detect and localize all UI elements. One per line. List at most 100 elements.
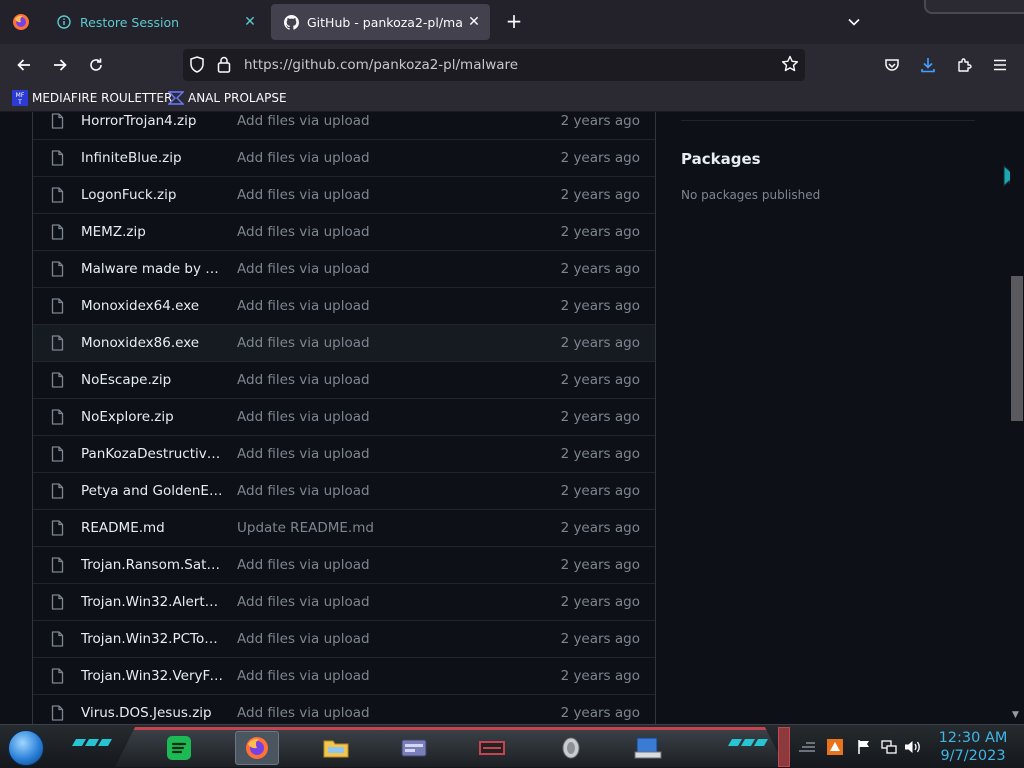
file-row[interactable]: NoExplore.zip Add files via upload 2 years… xyxy=(33,398,655,435)
commit-message-link[interactable]: Add files via upload xyxy=(237,668,370,684)
commit-message-link[interactable]: Add files via upload xyxy=(237,594,370,610)
commit-message-link[interactable]: Update README.md xyxy=(237,520,374,536)
spotify-icon[interactable] xyxy=(157,731,201,765)
file-icon xyxy=(51,520,64,540)
taskbar-resize-handle[interactable] xyxy=(778,727,790,767)
file-name-link[interactable]: Petya and GoldenEye... xyxy=(81,483,226,499)
network-icon[interactable] xyxy=(880,739,898,755)
github-page: HorrorTrojan4.zip Add files via upload 2 y… xyxy=(0,112,1010,724)
speaker-app-icon[interactable] xyxy=(548,731,592,765)
file-row[interactable]: HorrorTrojan4.zip Add files via upload 2 y… xyxy=(33,112,655,139)
commit-message-link[interactable]: Add files via upload xyxy=(237,261,370,277)
downloads-icon[interactable] xyxy=(914,51,942,79)
reload-button[interactable] xyxy=(82,51,110,79)
tracking-protection-icon[interactable] xyxy=(189,56,205,77)
keyboard-app-icon[interactable] xyxy=(626,731,670,765)
file-icon xyxy=(51,446,64,466)
tab-bar: Restore Session ✕ GitHub - pankoza2-pl/m… xyxy=(0,0,1024,44)
file-row[interactable]: Trojan.Win32.PCToas... Add files via uplo… xyxy=(33,620,655,657)
file-name-link[interactable]: Trojan.Ransom.Satan... xyxy=(81,557,226,573)
commit-message-link[interactable]: Add files via upload xyxy=(237,298,370,314)
hamburger-menu-icon[interactable] xyxy=(986,51,1014,79)
file-name-link[interactable]: InfiniteBlue.zip xyxy=(81,150,226,166)
file-name-link[interactable]: NoExplore.zip xyxy=(81,409,226,425)
scroll-down-arrow-icon[interactable]: ▼ xyxy=(1012,710,1019,720)
lock-icon[interactable] xyxy=(217,56,231,77)
firefox-icon[interactable] xyxy=(235,731,279,765)
commit-message-link[interactable]: Add files via upload xyxy=(237,631,370,647)
commit-time: 2 years ago xyxy=(560,298,640,314)
commit-message-link[interactable]: Add files via upload xyxy=(237,335,370,351)
commit-message-link[interactable]: Add files via upload xyxy=(237,446,370,462)
commit-message-link[interactable]: Add files via upload xyxy=(237,113,370,129)
tray-app-icon[interactable] xyxy=(826,739,844,755)
clock-time: 12:30 AM xyxy=(938,730,1008,746)
scrollbar-thumb[interactable] xyxy=(1011,276,1023,421)
file-name-link[interactable]: Malware made by C... xyxy=(81,261,226,277)
commit-message-link[interactable]: Add files via upload xyxy=(237,224,370,240)
chevron-down-icon[interactable] xyxy=(842,10,866,34)
file-row[interactable]: Malware made by C... Add files via upload… xyxy=(33,250,655,287)
close-icon[interactable]: ✕ xyxy=(464,12,484,32)
file-name-link[interactable]: Trojan.Win32.VeryFu... xyxy=(81,668,226,684)
file-explorer-icon[interactable] xyxy=(314,731,358,765)
file-row[interactable]: InfiniteBlue.zip Add files via upload 2 ye… xyxy=(33,139,655,176)
close-icon[interactable]: ✕ xyxy=(240,12,260,32)
commit-time: 2 years ago xyxy=(560,483,640,499)
file-row[interactable]: NoEscape.zip Add files via upload 2 years … xyxy=(33,361,655,398)
media-app-icon[interactable] xyxy=(470,731,514,765)
commit-message-link[interactable]: Add files via upload xyxy=(237,372,370,388)
tab-github[interactable]: GitHub - pankoza2-pl/malware ✕ xyxy=(271,4,490,40)
control-panel-icon[interactable] xyxy=(392,731,436,765)
file-row[interactable]: MEMZ.zip Add files via upload 2 years ago xyxy=(33,213,655,250)
file-name-link[interactable]: MEMZ.zip xyxy=(81,224,226,240)
bookmark-label: MEDIAFIRE ROULETTER xyxy=(32,91,173,105)
theme-decoration xyxy=(924,0,1024,14)
file-name-link[interactable]: NoEscape.zip xyxy=(81,372,226,388)
file-row[interactable]: Monoxidex86.exe Add files via upload 2 yea… xyxy=(33,324,655,361)
file-row[interactable]: Virus.DOS.Jesus.zip Add files via upload 2… xyxy=(33,694,655,724)
file-name-link[interactable]: HorrorTrojan4.zip xyxy=(81,113,226,129)
commit-message-link[interactable]: Add files via upload xyxy=(237,409,370,425)
commit-message-link[interactable]: Add files via upload xyxy=(237,557,370,573)
commit-message-link[interactable]: Add files via upload xyxy=(237,187,370,203)
file-name-link[interactable]: Monoxidex64.exe xyxy=(81,298,226,314)
bookmark-second[interactable]: ANAL PROLAPSE xyxy=(167,90,287,106)
tab-title: GitHub - pankoza2-pl/malware xyxy=(307,14,464,30)
file-name-link[interactable]: PanKozaDestructive.... xyxy=(81,446,226,462)
file-row[interactable]: Trojan.Win32.VeryFu... Add files via uplo… xyxy=(33,657,655,694)
file-name-link[interactable]: Virus.DOS.Jesus.zip xyxy=(81,705,226,721)
file-row[interactable]: Petya and GoldenEye... Add files via uplo… xyxy=(33,472,655,509)
volume-icon[interactable] xyxy=(904,739,922,755)
tray-overflow-icon[interactable] xyxy=(798,739,816,755)
bookmark-mediafire[interactable]: MF T MEDIAFIRE ROULETTER xyxy=(12,90,172,106)
system-clock[interactable]: 12:30 AM 9/7/2023 xyxy=(930,729,1016,765)
file-row[interactable]: LogonFuck.zip Add files via upload 2 years… xyxy=(33,176,655,213)
file-row[interactable]: Trojan.Ransom.Satan... Add files via uplo… xyxy=(33,546,655,583)
file-row[interactable]: Trojan.Win32.Alerta.zip Add files via upl… xyxy=(33,583,655,620)
forward-button[interactable] xyxy=(46,51,74,79)
tab-restore-session[interactable]: Restore Session ✕ xyxy=(44,4,266,40)
file-name-link[interactable]: LogonFuck.zip xyxy=(81,187,226,203)
commit-message-link[interactable]: Add files via upload xyxy=(237,483,370,499)
back-button[interactable] xyxy=(10,51,38,79)
pocket-icon[interactable] xyxy=(878,51,906,79)
new-tab-button[interactable]: + xyxy=(502,10,526,34)
commit-message-link[interactable]: Add files via upload xyxy=(237,150,370,166)
file-name-link[interactable]: README.md xyxy=(81,520,226,536)
start-button[interactable] xyxy=(8,730,44,766)
commit-message-link[interactable]: Add files via upload xyxy=(237,705,370,721)
file-name-link[interactable]: Trojan.Win32.PCToas... xyxy=(81,631,226,647)
bookmark-star-icon[interactable] xyxy=(781,55,799,77)
page-scrollbar[interactable]: ▼ xyxy=(1010,112,1024,724)
file-row[interactable]: README.md Update README.md 2 years ago xyxy=(33,509,655,546)
flag-icon[interactable] xyxy=(855,739,873,755)
file-name-link[interactable]: Monoxidex86.exe xyxy=(81,335,226,351)
address-bar[interactable]: https://github.com/pankoza2-pl/malware xyxy=(183,49,805,81)
packages-heading[interactable]: Packages xyxy=(681,150,761,168)
file-name-link[interactable]: Trojan.Win32.Alerta.zip xyxy=(81,594,226,610)
file-row[interactable]: Monoxidex64.exe Add files via upload 2 yea… xyxy=(33,287,655,324)
file-row[interactable]: PanKozaDestructive.... Add files via uplo… xyxy=(33,435,655,472)
firefox-menu-icon[interactable] xyxy=(6,10,36,34)
extensions-icon[interactable] xyxy=(950,51,978,79)
